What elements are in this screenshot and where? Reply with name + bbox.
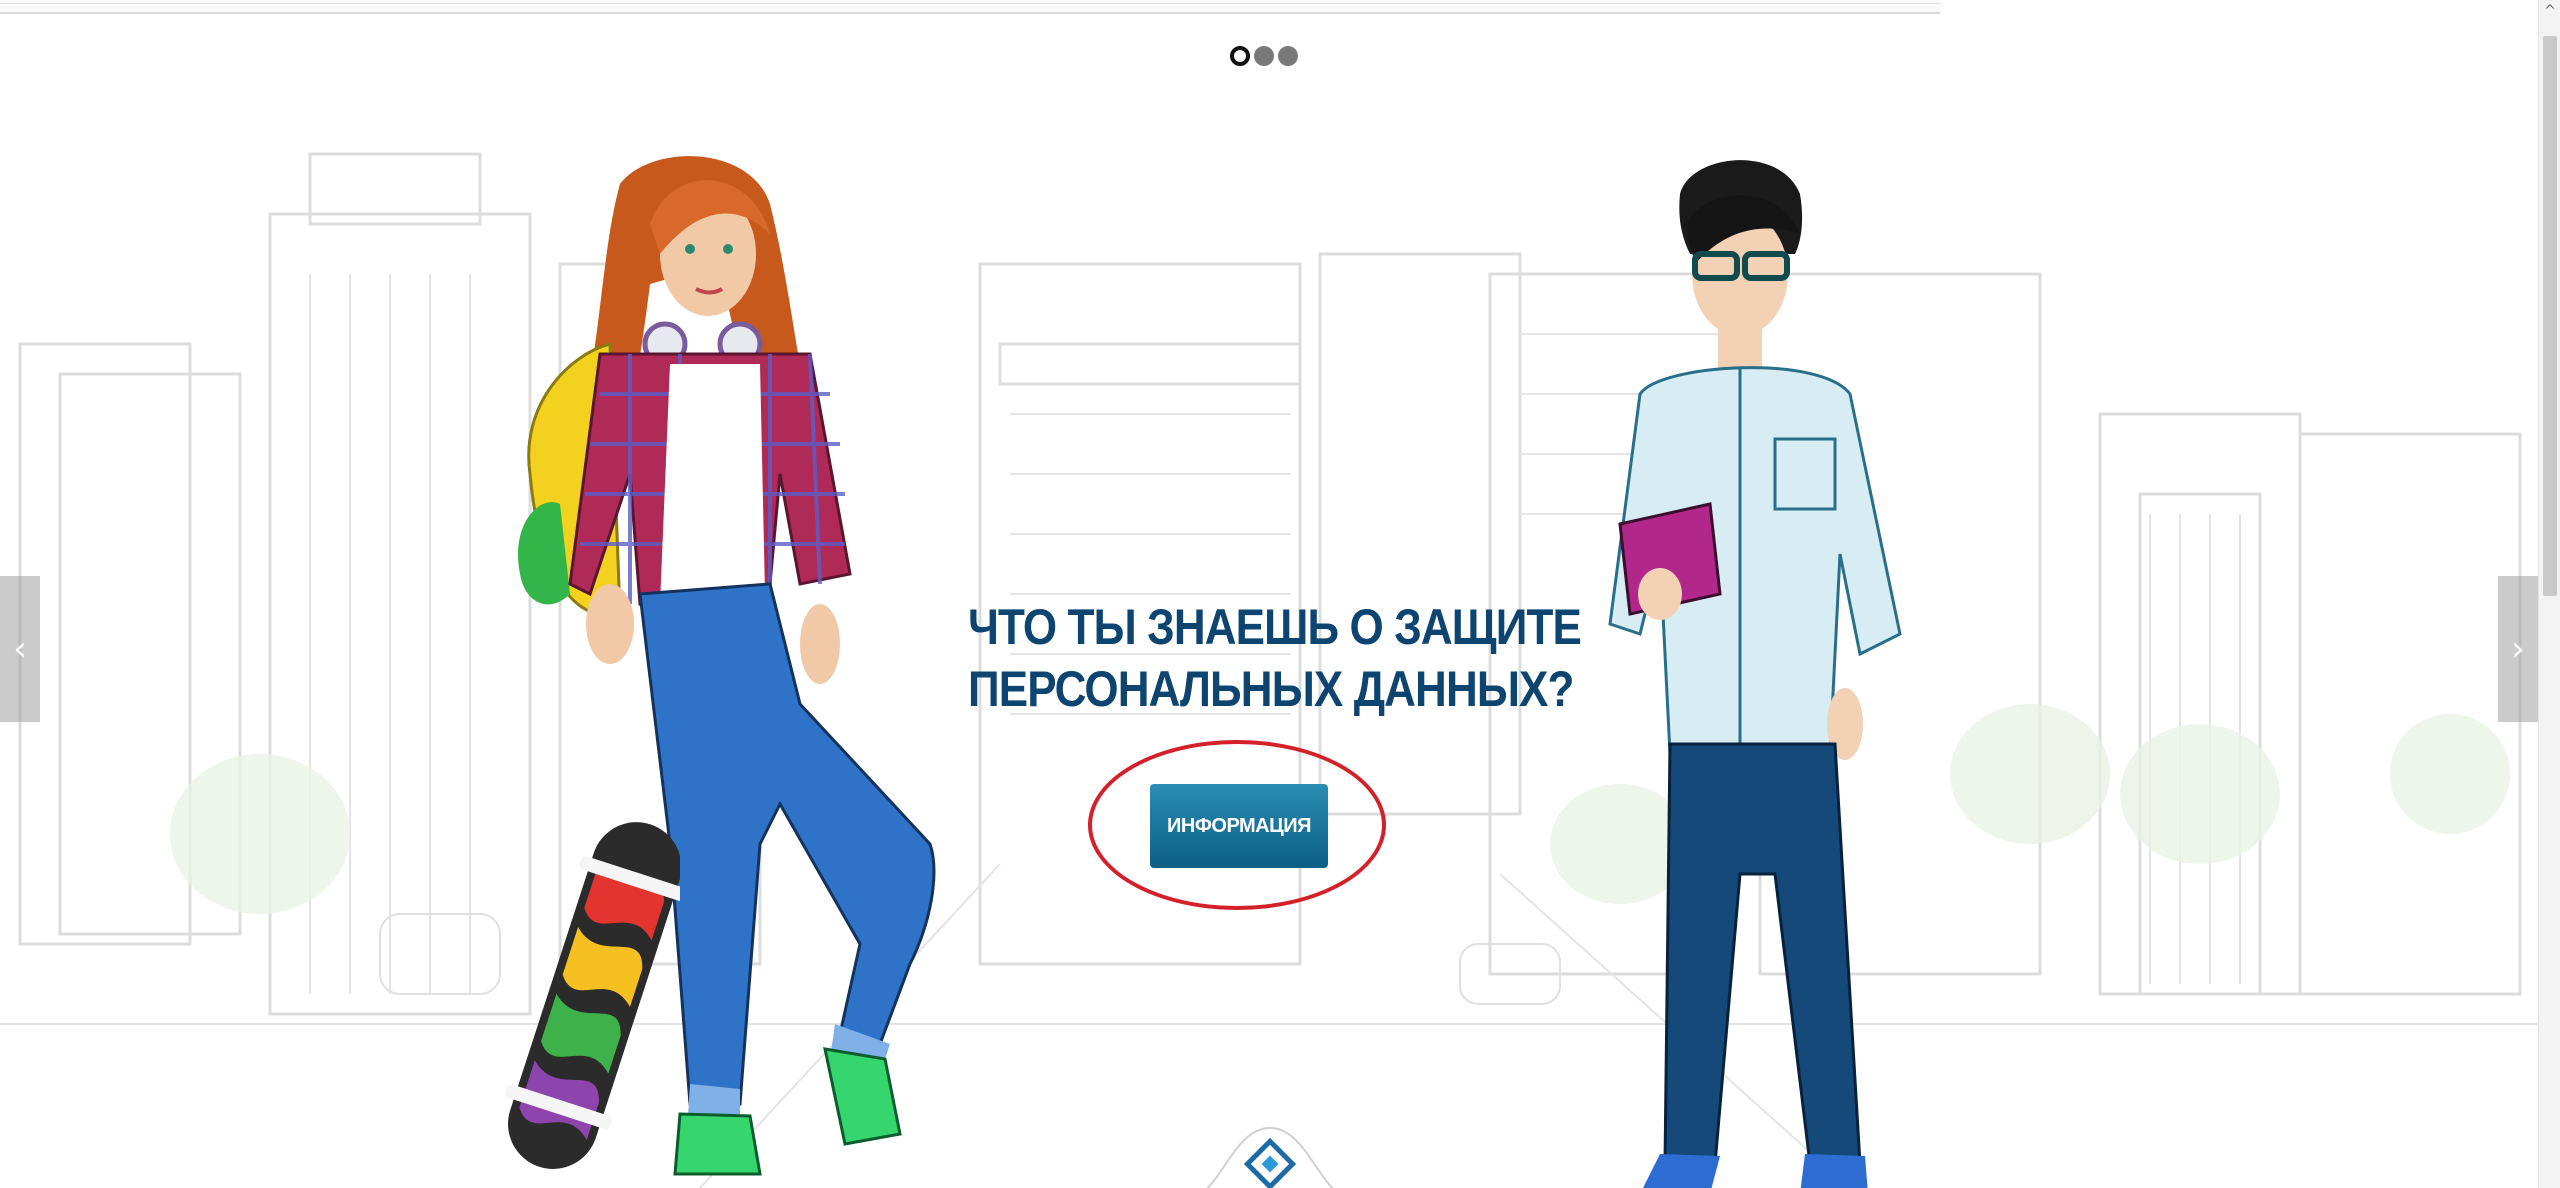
hero-headline-line-1: ЧТО ТЫ ЗНАЕШЬ О ЗАЩИТЕ [968, 599, 1582, 655]
page-scrollbar[interactable]: ^ [2538, 0, 2560, 1188]
slider-next-button[interactable]: › [2498, 576, 2538, 722]
hero-headline: ЧТО ТЫ ЗНАЕШЬ О ЗАЩИТЕ ПЕРСОНАЛЬНЫХ ДАНН… [968, 596, 1584, 720]
slider-prev-button[interactable]: ‹ [0, 576, 40, 722]
hero-slider: ‹ › ЧТО ТЫ ЗНАЕШЬ О ЗАЩИТЕ ПЕРСОНАЛЬНЫХ … [0, 14, 2538, 1188]
site-logo-tab[interactable] [1180, 1118, 1360, 1188]
slider-dot-3[interactable] [1278, 46, 1298, 66]
chevron-right-icon: › [2511, 629, 2525, 669]
slider-dot-1[interactable] [1230, 46, 1250, 66]
hero-headline-line-2: ПЕРСОНАЛЬНЫХ ДАННЫХ? [968, 661, 1574, 717]
boy-with-tablet-illustration [1608, 160, 1902, 1188]
top-page-edge [0, 0, 1940, 14]
chevron-left-icon: ‹ [13, 629, 27, 669]
information-button[interactable]: ИНФОРМАЦИЯ [1150, 784, 1328, 868]
scroll-up-icon[interactable]: ^ [2539, 0, 2560, 22]
scrollbar-thumb[interactable] [2543, 36, 2557, 596]
skateboard-illustration [505, 822, 680, 1169]
slider-pagination [1230, 46, 1298, 66]
slider-dot-2[interactable] [1254, 46, 1274, 66]
